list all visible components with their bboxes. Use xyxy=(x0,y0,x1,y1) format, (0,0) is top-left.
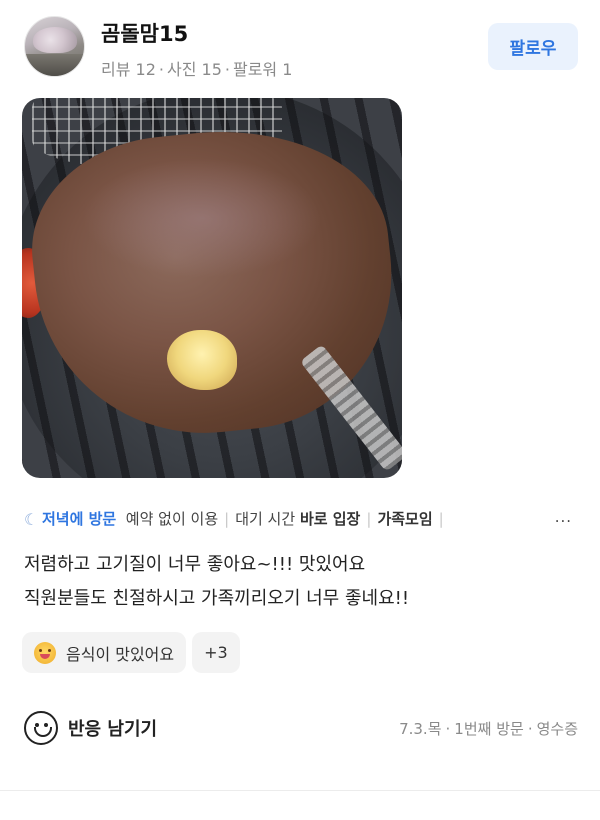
stat-reviews: 리뷰 12 xyxy=(101,60,156,79)
tag-wait-value: 바로 입장 xyxy=(299,510,361,528)
review-photo[interactable] xyxy=(22,98,402,478)
tags-more-button[interactable]: ... xyxy=(555,508,572,526)
reviewer-header: 곰돌맘15 리뷰 12 · 사진 15 · 팔로워 1 팔로우 xyxy=(24,16,578,80)
tag-reservation: 예약 없이 이용 xyxy=(126,510,218,528)
keyword-chip-label: 음식이 맛있어요 xyxy=(66,644,175,664)
reviewer-stats: 리뷰 12 · 사진 15 · 팔로워 1 xyxy=(101,56,292,80)
review-text[interactable]: 저렴하고 고기질이 너무 좋아요~!!! 맛있어요 직원분들도 친절하시고 가족… xyxy=(24,548,584,616)
stat-separator: · xyxy=(224,60,230,79)
keyword-chip-taste[interactable]: 음식이 맛있어요 xyxy=(22,632,187,673)
meta-separator: · xyxy=(445,720,451,738)
review-line: 직원분들도 친절하시고 가족끼리오기 너무 좋네요!! xyxy=(24,588,410,609)
tag-wait: 대기 시간 바로 입장 xyxy=(235,510,360,528)
section-divider xyxy=(0,790,600,791)
tag-divider: | xyxy=(438,510,444,528)
reviewer-name[interactable]: 곰돌맘15 xyxy=(101,18,188,48)
yum-face-icon xyxy=(34,641,56,664)
avatar[interactable] xyxy=(24,16,85,77)
moon-icon: ☾ xyxy=(24,510,39,529)
tag-wait-prefix: 대기 시간 xyxy=(235,510,300,528)
review-footer: 반응 남기기 7.3.목 · 1번째 방문 · 영수증 xyxy=(24,710,578,746)
beef-marbling xyxy=(82,158,322,278)
visit-meta: 7.3.목 · 1번째 방문 · 영수증 xyxy=(399,718,578,739)
keyword-chips: 음식이 맛있어요 +3 xyxy=(22,632,240,673)
visit-date: 7.3.목 xyxy=(399,720,442,738)
stat-followers: 팔로워 1 xyxy=(232,60,293,79)
react-button[interactable]: 반응 남기기 xyxy=(24,710,157,746)
visit-tags: ☾ 저녁에 방문 예약 없이 이용 | 대기 시간 바로 입장 | 가족모임 | ... xyxy=(24,508,584,534)
avatar-road xyxy=(25,54,84,76)
meta-separator: · xyxy=(527,720,533,738)
visit-count: 1번째 방문 xyxy=(454,720,524,738)
tag-purpose: 가족모임 xyxy=(377,510,432,528)
receipt-label: 영수증 xyxy=(536,720,578,738)
tag-divider: | xyxy=(366,510,372,528)
keyword-chip-more[interactable]: +3 xyxy=(192,632,240,673)
tag-divider: | xyxy=(224,510,230,528)
react-label: 반응 남기기 xyxy=(68,719,158,740)
beef-fat xyxy=(167,330,237,390)
tag-purpose-value: 가족모임 xyxy=(377,510,433,528)
visit-time-tag: 저녁에 방문 xyxy=(42,510,117,528)
stat-photos: 사진 15 xyxy=(166,60,222,79)
review-line: 저렴하고 고기질이 너무 좋아요~!!! 맛있어요 xyxy=(24,554,366,575)
follow-button[interactable]: 팔로우 xyxy=(488,23,578,70)
tag-reservation-text: 예약 없이 이용 xyxy=(125,510,219,528)
avatar-tree xyxy=(33,27,77,53)
stat-separator: · xyxy=(158,60,164,79)
smile-icon xyxy=(24,711,58,745)
